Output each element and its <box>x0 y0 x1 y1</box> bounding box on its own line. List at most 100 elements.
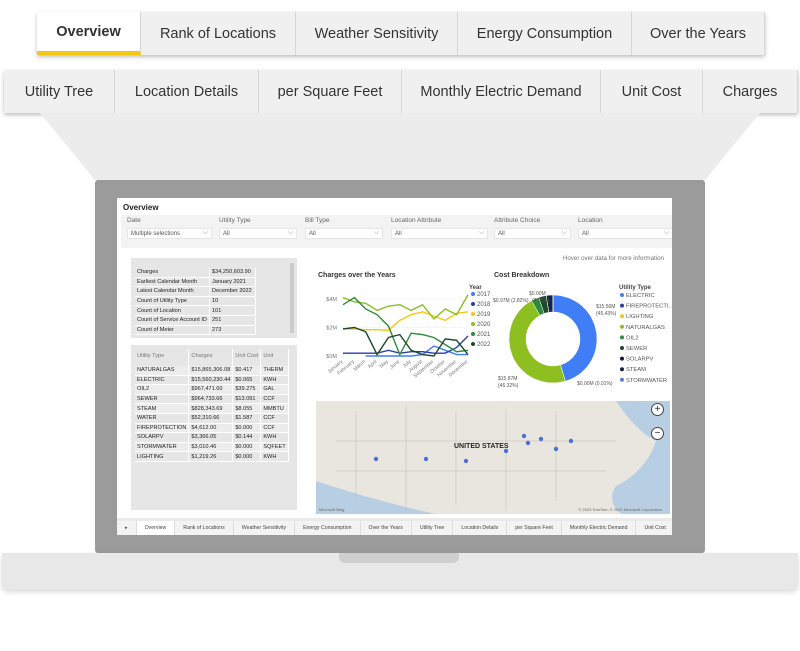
tab-utility-tree[interactable]: Utility Tree <box>4 70 115 113</box>
column-header[interactable]: Unit <box>260 349 289 366</box>
funnel-decoration <box>40 113 760 180</box>
filter-dropdown[interactable]: All ⌵ <box>578 228 672 239</box>
summary-label: Charges <box>135 268 210 278</box>
tab-weather-sensitivity[interactable]: Weather Sensitivity <box>296 12 458 55</box>
filter-dropdown[interactable]: All ⌵ <box>305 228 383 239</box>
x-tick-label: June <box>389 359 401 371</box>
tab-unit-cost[interactable]: Unit Cost <box>601 70 703 113</box>
map-location-dot[interactable] <box>463 458 469 464</box>
map-visual[interactable]: UNITED STATES Microsoft Bing © 2023 TomT… <box>316 401 670 514</box>
table-cell: $13.091 <box>232 394 262 405</box>
tab-energy-consumption[interactable]: Energy Consumption <box>458 12 632 55</box>
map-logo: Microsoft Bing <box>319 507 345 512</box>
summary-value: January 2021 <box>209 277 256 288</box>
scroll-left-button[interactable]: ▸ <box>117 521 137 535</box>
scrollbar[interactable] <box>290 263 294 333</box>
table-cell: $828,343.69 <box>188 403 234 414</box>
series-line-2020[interactable] <box>342 294 469 320</box>
tab-monthly-electric-demand[interactable]: Monthly Electric Demand <box>402 70 601 113</box>
tab-location-details[interactable]: Location Details <box>115 70 259 113</box>
column-header[interactable]: Utility Type <box>135 349 190 366</box>
table-cell: $967,471.60 <box>188 384 234 395</box>
filter-value: All <box>309 231 316 237</box>
filter-bar: Date Multiple selections ⌵ Utility Type All ⌵… <box>121 215 672 248</box>
legend-marker <box>620 367 624 372</box>
page-tab-energy-consumption[interactable]: Energy Consumption <box>295 521 361 535</box>
map-location-dot[interactable] <box>568 438 574 444</box>
y-tick-label: $2M <box>326 326 337 332</box>
legend-label: ELECTRIC <box>626 293 655 299</box>
table-cell: CCF <box>260 423 289 434</box>
tab-per-square-feet[interactable]: per Square Feet <box>259 70 402 113</box>
filter-label: Utility Type <box>219 217 251 224</box>
y-tick-label: $4M <box>326 297 337 303</box>
filter-dropdown[interactable]: All ⌵ <box>219 228 297 239</box>
page-tab-location-details[interactable]: Location Details <box>453 521 508 535</box>
report-screen: Overview Date Multiple selections ⌵ Utility… <box>117 198 672 535</box>
page-tab-rank-of-locations[interactable]: Rank of Locations <box>175 521 234 535</box>
legend-marker <box>620 377 624 382</box>
summary-value: 101 <box>209 305 256 316</box>
table-cell: OIL2 <box>135 384 190 395</box>
summary-value: December 2022 <box>209 286 256 297</box>
summary-value: 251 <box>209 315 256 326</box>
column-header[interactable]: Charges <box>188 349 234 366</box>
summary-row: Latest Calendar Month December 2022 <box>135 286 256 297</box>
legend-label: LIGHTING <box>626 314 654 320</box>
filter-label: Location <box>578 217 603 224</box>
column-header[interactable]: Unit Cost <box>232 349 262 366</box>
table-cell: CCF <box>260 413 289 424</box>
table-row: FIREPROTECTION $4,612.00 $0.000 CCF <box>135 423 289 434</box>
map-location-dot[interactable] <box>525 440 531 446</box>
table-row: NATURALGAS $15,865,306.08 $0.417 THERM <box>135 366 289 376</box>
zoom-in-button[interactable]: + <box>651 403 664 416</box>
table-cell: $0.000 <box>232 423 262 434</box>
summary-label: Earliest Calendar Month <box>135 277 210 288</box>
filter-dropdown[interactable]: All ⌵ <box>494 228 571 239</box>
tab-overview[interactable]: Overview <box>37 12 141 55</box>
chevron-down-icon: ⌵ <box>478 229 484 236</box>
tab-charges[interactable]: Charges <box>703 70 798 113</box>
table-cell: FIREPROTECTION <box>135 423 190 434</box>
summary-value: 273 <box>209 325 256 336</box>
table-cell: NATURALGAS <box>135 366 190 376</box>
donut-slice-naturalgas[interactable] <box>508 300 566 384</box>
top-tab-bar: Overview Rank of Locations Weather Sensiti… <box>37 12 765 55</box>
series-line-2021[interactable] <box>342 296 469 357</box>
page-title: Overview <box>123 203 159 212</box>
zoom-out-button[interactable]: − <box>651 427 664 440</box>
map-location-dot[interactable] <box>521 433 527 439</box>
page-tab-over-the-years[interactable]: Over the Years <box>360 521 412 535</box>
table-cell: LIGHTING <box>135 451 190 462</box>
map-location-dot[interactable] <box>423 456 429 462</box>
filter-location-attribute: Location Attribute All ⌵ <box>391 217 488 239</box>
tab-over-the-years[interactable]: Over the Years <box>632 12 765 55</box>
filter-value: Multiple selections <box>131 231 181 237</box>
map-location-dot[interactable] <box>373 456 379 462</box>
sub-tab-bar: Utility Tree Location Details per Square F… <box>4 70 798 113</box>
chevron-down-icon: ⌵ <box>287 229 293 236</box>
tab-rank-of-locations[interactable]: Rank of Locations <box>141 12 296 55</box>
filter-dropdown[interactable]: Multiple selections ⌵ <box>127 228 212 239</box>
page-tab-per-square-feet[interactable]: per Square Feet <box>507 521 562 535</box>
summary-label: Count of Meter <box>135 325 210 336</box>
page-tab-overview[interactable]: Overview <box>136 521 176 535</box>
page-tab-utility-tree[interactable]: Utility Tree <box>411 521 454 535</box>
legend-marker <box>471 332 475 336</box>
page-tab-monthly-electric-demand[interactable]: Monthly Electric Demand <box>561 521 637 535</box>
table-cell: $0.000 <box>232 442 262 453</box>
map-location-dot[interactable] <box>538 436 544 442</box>
page-tab-weather-sensitivity[interactable]: Weather Sensitivity <box>233 521 296 535</box>
map-location-dot[interactable] <box>553 446 559 452</box>
filter-label: Location Attribute <box>391 217 442 224</box>
summary-row: Count of Location 101 <box>135 305 256 316</box>
table-cell: $15,865,306.08 <box>188 366 234 376</box>
filter-value: All <box>498 231 505 237</box>
filter-dropdown[interactable]: All ⌵ <box>391 228 488 239</box>
legend-marker <box>620 324 624 329</box>
table-cell: STEAM <box>135 403 190 414</box>
table-cell: SQFEET <box>260 442 289 453</box>
page-tab-unit-cost[interactable]: Unit Cost <box>636 521 672 535</box>
table-cell: SEWER <box>135 394 190 405</box>
map-attribution: © 2023 TomTom, © 2023 Microsoft Corporat… <box>578 507 662 512</box>
